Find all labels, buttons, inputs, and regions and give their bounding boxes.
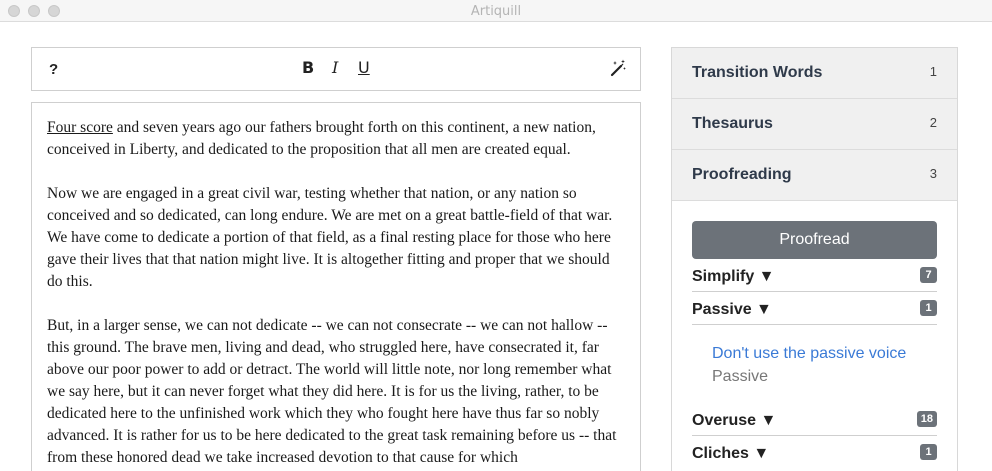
category-simplify[interactable]: Simplify ▼ 7 xyxy=(692,259,937,292)
underline-button[interactable]: U xyxy=(358,58,370,77)
count-badge: 1 xyxy=(920,300,937,316)
count-badge: 18 xyxy=(916,411,937,427)
text-editor[interactable]: Four score and seven years ago our fathe… xyxy=(31,102,641,471)
section-transition-words[interactable]: Transition Words 1 xyxy=(672,48,957,99)
section-number: 2 xyxy=(929,115,937,130)
paragraph-1: Four score and seven years ago our fathe… xyxy=(47,117,625,161)
bold-button[interactable]: B xyxy=(302,58,314,77)
issue-link[interactable]: Don't use the passive voice xyxy=(712,343,937,365)
proofread-button[interactable]: Proofread xyxy=(692,221,937,259)
section-number: 1 xyxy=(929,64,937,79)
magic-wand-icon[interactable] xyxy=(609,59,627,82)
count-badge: 7 xyxy=(920,267,937,283)
section-title: Transition Words xyxy=(692,64,823,81)
category-label: Overuse ▼ xyxy=(692,412,777,429)
category-passive[interactable]: Passive ▼ 1 xyxy=(692,292,937,325)
paragraph-3: But, in a larger sense, we can not dedic… xyxy=(47,317,617,466)
category-cliches[interactable]: Cliches ▼ 1 xyxy=(692,436,937,469)
paragraph-1-text: and seven years ago our fathers brought … xyxy=(47,119,596,158)
section-proofreading[interactable]: Proofreading 3 xyxy=(672,150,957,201)
side-panel: Transition Words 1 Thesaurus 2 Proofread… xyxy=(671,47,958,471)
section-number: 3 xyxy=(929,166,937,181)
highlighted-phrase[interactable]: Four score xyxy=(47,119,113,136)
count-badge: 1 xyxy=(920,444,937,460)
section-title: Thesaurus xyxy=(692,115,773,132)
issue-type: Passive xyxy=(712,368,769,385)
title-bar: Artiquill xyxy=(0,0,992,22)
window-title: Artiquill xyxy=(470,4,522,19)
help-button[interactable]: ? xyxy=(49,61,58,78)
italic-button[interactable]: I xyxy=(332,58,338,77)
category-label: Cliches ▼ xyxy=(692,445,770,462)
section-title: Proofreading xyxy=(692,166,792,183)
editor-toolbar: ? B I U xyxy=(31,47,641,91)
category-overuse[interactable]: Overuse ▼ 18 xyxy=(692,403,937,436)
proofreading-body: Proofread Simplify ▼ 7 Passive ▼ 1 Don't… xyxy=(672,201,957,469)
passive-issue: Don't use the passive voice Passive xyxy=(692,325,937,403)
category-label: Simplify ▼ xyxy=(692,268,775,285)
paragraph-2: Now we are engaged in a great civil war,… xyxy=(47,185,613,290)
category-label: Passive ▼ xyxy=(692,301,772,318)
section-thesaurus[interactable]: Thesaurus 2 xyxy=(672,99,957,150)
